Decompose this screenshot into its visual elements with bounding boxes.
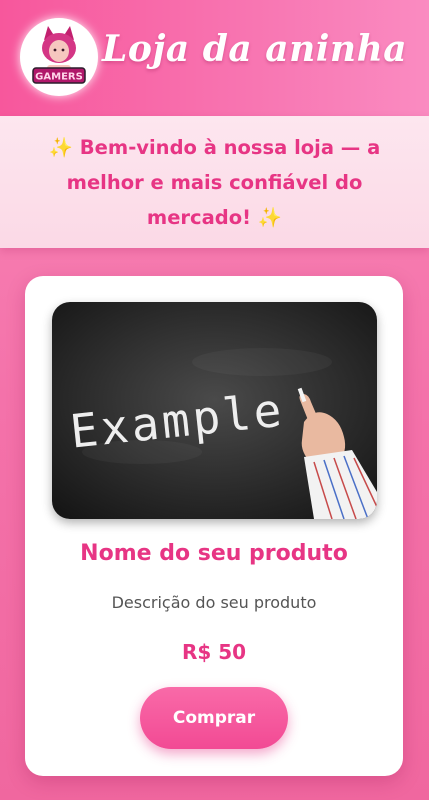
- gamer-girl-logo-icon: GAMERS: [22, 20, 96, 94]
- site-header: GAMERS Loja da aninha: [0, 0, 429, 116]
- site-title: Loja da aninha: [102, 28, 408, 70]
- page: GAMERS Loja da aninha ✨ Bem-vindo à noss…: [0, 0, 429, 800]
- product-card: Example Nome do seu produto Descrição do…: [25, 276, 403, 776]
- welcome-banner: ✨ Bem-vindo à nossa loja — a melhor e ma…: [0, 116, 429, 248]
- product-description: Descrição do seu produto: [111, 593, 317, 612]
- product-name: Nome do seu produto: [80, 541, 348, 566]
- product-image: Example: [52, 302, 377, 519]
- logo-text: GAMERS: [35, 72, 83, 83]
- store-logo[interactable]: GAMERS: [20, 18, 98, 96]
- product-price: R$ 50: [181, 640, 247, 664]
- buy-button[interactable]: Comprar: [140, 687, 288, 749]
- chalkboard-hand-writing-image: Example: [52, 302, 377, 519]
- welcome-message: ✨ Bem-vindo à nossa loja — a melhor e ma…: [48, 135, 381, 229]
